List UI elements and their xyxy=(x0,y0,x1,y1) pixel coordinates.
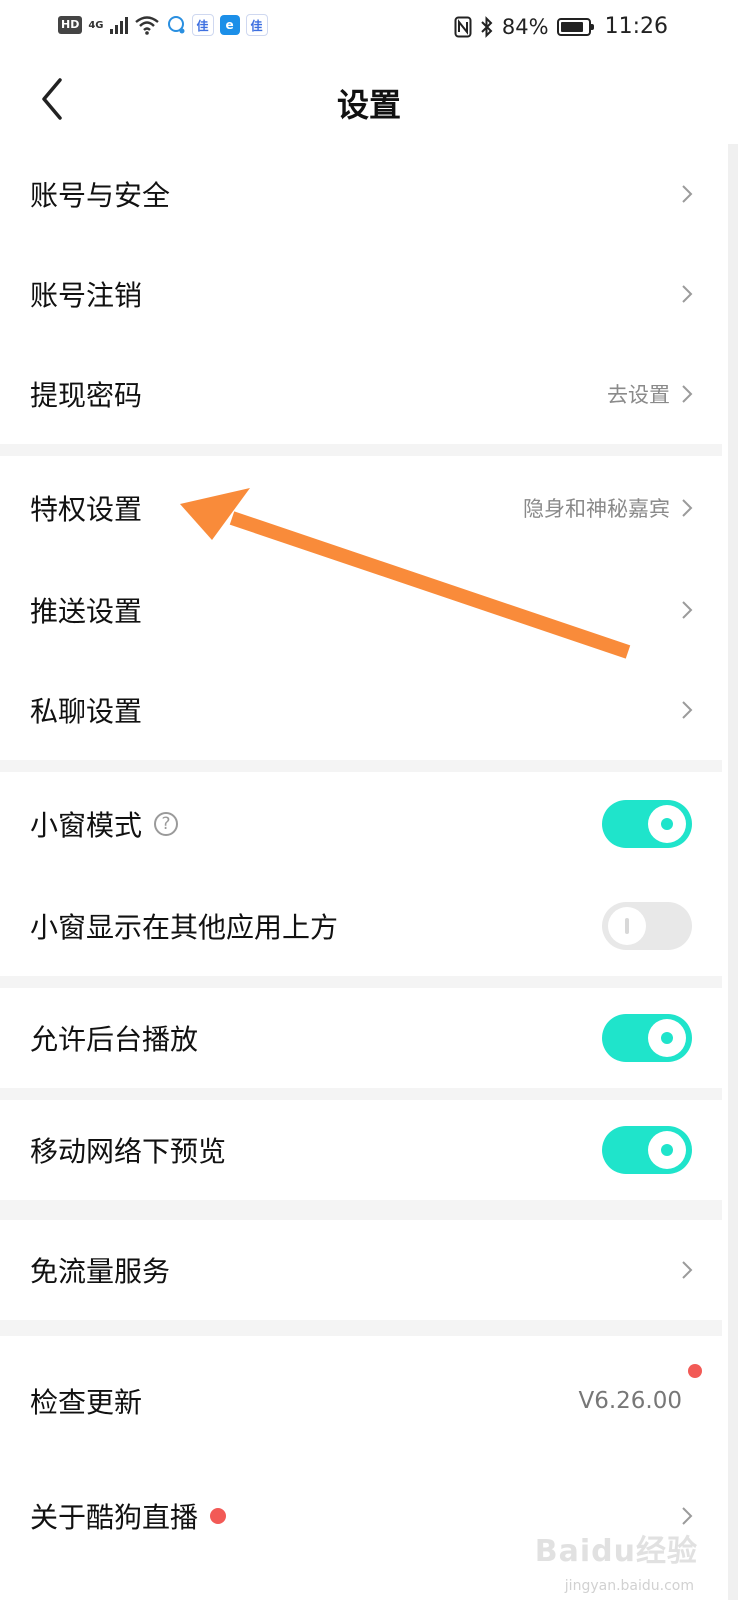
row-label: 免流量服务 xyxy=(30,1255,171,1288)
version-number: V6.26.00 xyxy=(578,1388,682,1414)
section-divider xyxy=(0,444,722,456)
chat-notification-icon xyxy=(167,16,185,34)
toggle-knob xyxy=(648,1131,686,1169)
settings-list: 账号与安全 账号注销 提现密码 去设置 特权设置 隐身和神秘嘉宾 推送设置 私聊… xyxy=(0,144,722,1566)
row-privilege-settings[interactable]: 特权设置 隐身和神秘嘉宾 xyxy=(0,456,722,560)
row-right xyxy=(680,144,694,244)
app-notification-icon-2: 佳 xyxy=(245,14,268,36)
row-label: 允许后台播放 xyxy=(30,1023,199,1056)
section-divider xyxy=(0,1200,722,1220)
row-account-security[interactable]: 账号与安全 xyxy=(0,144,722,244)
status-right: 84% 11:26 xyxy=(454,14,668,39)
row-label: 私聊设置 xyxy=(30,695,143,728)
row-label: 提现密码 xyxy=(30,379,143,412)
row-mobile-network-preview: 移动网络下预览 xyxy=(0,1100,722,1200)
row-account-cancel[interactable]: 账号注销 xyxy=(0,244,722,344)
battery-percent: 84% xyxy=(501,14,549,39)
row-label: 账号与安全 xyxy=(30,179,171,212)
top-app-bar: 设置 xyxy=(0,56,738,146)
row-check-update[interactable]: 检查更新 V6.26.00 xyxy=(0,1336,722,1466)
battery-fill xyxy=(560,21,583,32)
label-wrap: 关于酷狗直播 xyxy=(30,1496,227,1536)
row-right xyxy=(680,1220,694,1320)
chevron-right-icon xyxy=(682,285,693,303)
app-notification-icon: 佳 xyxy=(191,14,214,36)
section-divider xyxy=(0,1320,722,1336)
chevron-right-icon xyxy=(682,1507,693,1525)
help-icon[interactable]: ? xyxy=(154,812,179,836)
watermark-url: jingyan.baidu.com xyxy=(564,1578,694,1594)
scrollbar[interactable] xyxy=(728,144,738,1600)
toggle-knob xyxy=(608,907,646,945)
watermark: Baidu经验 xyxy=(534,1534,698,1569)
row-mini-window-mode: 小窗模式 ? xyxy=(0,772,722,876)
signal-icon xyxy=(109,16,128,34)
update-red-dot xyxy=(688,1364,702,1378)
row-right: 隐身和神秘嘉宾 xyxy=(523,456,694,560)
row-right xyxy=(680,660,694,760)
row-label: 关于酷狗直播 xyxy=(30,1501,199,1534)
row-mini-window-overlay: 小窗显示在其他应用上方 xyxy=(0,876,722,976)
chevron-right-icon xyxy=(682,185,693,203)
mini-window-overlay-toggle[interactable] xyxy=(602,902,692,950)
status-left: HD 4G 佳 e 佳 xyxy=(58,14,268,36)
status-bar: HD 4G 佳 e 佳 84% 11:26 xyxy=(0,0,738,56)
battery-icon xyxy=(556,17,594,36)
toggle-knob xyxy=(648,1019,686,1057)
section-divider xyxy=(0,1088,722,1100)
mobile-preview-toggle[interactable] xyxy=(602,1126,692,1174)
row-right xyxy=(680,244,694,344)
nfc-icon xyxy=(454,16,472,37)
browser-notification-icon: e xyxy=(219,15,240,35)
row-push-settings[interactable]: 推送设置 xyxy=(0,560,722,660)
label-wrap: 小窗模式 ? xyxy=(30,804,179,844)
row-value: 去设置 xyxy=(607,383,670,407)
row-label: 小窗模式 xyxy=(30,809,143,842)
hd-badge: HD xyxy=(58,16,83,34)
row-withdraw-password[interactable]: 提现密码 去设置 xyxy=(0,344,722,444)
page-title: 设置 xyxy=(336,86,401,124)
section-divider xyxy=(0,976,722,988)
row-free-traffic-service[interactable]: 免流量服务 xyxy=(0,1220,722,1320)
background-play-toggle[interactable] xyxy=(602,1014,692,1062)
wifi-icon xyxy=(134,16,159,35)
bluetooth-icon xyxy=(481,15,493,38)
chevron-right-icon xyxy=(682,701,693,719)
chevron-right-icon xyxy=(682,1261,693,1279)
section-divider xyxy=(0,760,722,772)
row-value: 隐身和神秘嘉宾 xyxy=(523,497,670,521)
row-label: 移动网络下预览 xyxy=(30,1135,227,1168)
network-type: 4G xyxy=(88,19,104,31)
row-label: 特权设置 xyxy=(30,493,143,526)
about-red-dot xyxy=(210,1508,227,1524)
mini-window-toggle[interactable] xyxy=(602,800,692,848)
row-label: 小窗显示在其他应用上方 xyxy=(30,911,339,944)
row-label: 检查更新 xyxy=(30,1386,143,1419)
chevron-right-icon xyxy=(682,601,693,619)
chevron-right-icon xyxy=(682,385,693,403)
row-right: 去设置 xyxy=(607,344,694,444)
row-private-chat-settings[interactable]: 私聊设置 xyxy=(0,660,722,760)
toggle-knob xyxy=(648,805,686,843)
row-right xyxy=(680,560,694,660)
clock: 11:26 xyxy=(604,14,668,39)
row-label: 推送设置 xyxy=(30,595,143,628)
chevron-right-icon xyxy=(682,499,693,517)
row-label: 账号注销 xyxy=(30,279,143,312)
row-background-play: 允许后台播放 xyxy=(0,988,722,1088)
